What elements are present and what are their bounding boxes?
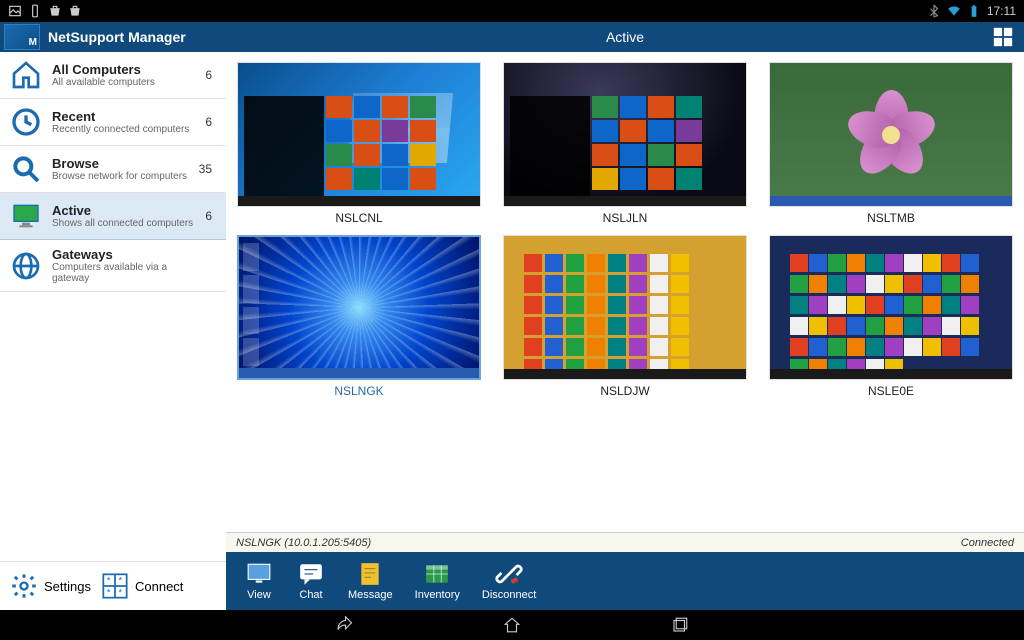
action-toolbar: View Chat Message Inventory Disconnect bbox=[226, 552, 1024, 610]
monitor-icon bbox=[10, 200, 42, 232]
store-icon bbox=[48, 4, 62, 18]
sidebar-item-desc: Browse network for computers bbox=[52, 171, 189, 182]
sidebar-item-label: All Computers bbox=[52, 62, 195, 77]
computer-name: NSLJLN bbox=[603, 211, 648, 225]
computer-name: NSLE0E bbox=[868, 384, 914, 398]
sidebar-item-active[interactable]: Active Shows all connected computers 6 bbox=[0, 193, 226, 240]
sidebar-item-recent[interactable]: Recent Recently connected computers 6 bbox=[0, 99, 226, 146]
device-icon bbox=[28, 4, 42, 18]
search-icon bbox=[10, 153, 42, 185]
computer-name: NSLCNL bbox=[335, 211, 382, 225]
sidebar-item-all-computers[interactable]: All Computers All available computers 6 bbox=[0, 52, 226, 99]
app-header: M NetSupport Manager bbox=[0, 22, 226, 52]
sidebar-item-browse[interactable]: Browse Browse network for computers 35 bbox=[0, 146, 226, 193]
globe-icon bbox=[10, 250, 42, 282]
chat-button[interactable]: Chat bbox=[296, 561, 326, 601]
sidebar-item-count: 6 bbox=[205, 115, 212, 129]
screen-preview bbox=[503, 62, 747, 207]
home-icon bbox=[10, 59, 42, 91]
computer-name: NSLTMB bbox=[867, 211, 915, 225]
screen-preview bbox=[503, 235, 747, 380]
sidebar-item-label: Gateways bbox=[52, 247, 202, 262]
home-button[interactable] bbox=[498, 615, 526, 635]
settings-label: Settings bbox=[44, 579, 91, 594]
screen-preview bbox=[769, 235, 1013, 380]
screen-preview bbox=[237, 235, 481, 380]
sidebar-item-desc: All available computers bbox=[52, 77, 195, 88]
sidebar-item-count: 35 bbox=[199, 162, 212, 176]
sidebar-item-desc: Shows all connected computers bbox=[52, 218, 195, 229]
view-button[interactable]: View bbox=[244, 561, 274, 601]
status-selected-name: NSLNGK (10.0.1.205:5405) bbox=[236, 537, 371, 549]
sidebar-item-count: 6 bbox=[205, 209, 212, 223]
android-nav-bar bbox=[0, 610, 1024, 640]
settings-button[interactable]: Settings bbox=[10, 572, 91, 600]
connect-icon: **** bbox=[101, 572, 129, 600]
bluetooth-icon bbox=[927, 4, 941, 18]
computer-thumbnail[interactable]: NSLNGK bbox=[236, 235, 482, 398]
recents-button[interactable] bbox=[666, 615, 694, 635]
svg-text:*: * bbox=[107, 576, 111, 586]
connect-label: Connect bbox=[135, 579, 183, 594]
grid-view-icon[interactable] bbox=[992, 26, 1014, 48]
screen-preview bbox=[769, 62, 1013, 207]
svg-text:*: * bbox=[118, 587, 122, 597]
note-icon bbox=[355, 561, 385, 587]
chat-icon bbox=[296, 561, 326, 587]
clock-icon bbox=[10, 106, 42, 138]
sidebar-item-count: 6 bbox=[205, 68, 212, 82]
inventory-button[interactable]: Inventory bbox=[415, 561, 460, 601]
sidebar-item-desc: Recently connected computers bbox=[52, 124, 195, 135]
computer-thumbnail[interactable]: NSLDJW bbox=[502, 235, 748, 398]
connect-button[interactable]: **** Connect bbox=[101, 572, 183, 600]
gear-icon bbox=[10, 572, 38, 600]
sidebar-item-label: Active bbox=[52, 203, 195, 218]
computer-name: NSLDJW bbox=[600, 384, 649, 398]
svg-text:*: * bbox=[118, 576, 122, 586]
screen-preview bbox=[237, 62, 481, 207]
sidebar-item-label: Recent bbox=[52, 109, 195, 124]
connection-status-bar: NSLNGK (10.0.1.205:5405) Connected bbox=[226, 532, 1024, 552]
computer-thumbnail[interactable]: NSLCNL bbox=[236, 62, 482, 225]
content-area: Active NSLCNLNSLJLNNSLTMBNSLNGKNSLDJWNSL… bbox=[226, 22, 1024, 610]
computer-thumbnail[interactable]: NSLTMB bbox=[768, 62, 1014, 225]
monitor-icon bbox=[244, 561, 274, 587]
app-logo-icon: M bbox=[4, 24, 40, 50]
page-title: Active bbox=[606, 29, 644, 45]
sidebar-item-label: Browse bbox=[52, 156, 189, 171]
sidebar-item-desc: Computers available via a gateway bbox=[52, 262, 202, 284]
android-status-bar: 17:11 bbox=[0, 0, 1024, 22]
app-title: NetSupport Manager bbox=[48, 29, 186, 45]
sidebar-item-gateways[interactable]: Gateways Computers available via a gatew… bbox=[0, 240, 226, 292]
picture-icon bbox=[8, 4, 22, 18]
battery-icon bbox=[967, 4, 981, 18]
message-button[interactable]: Message bbox=[348, 561, 393, 601]
wifi-icon bbox=[947, 4, 961, 18]
computer-thumbnail[interactable]: NSLE0E bbox=[768, 235, 1014, 398]
svg-text:*: * bbox=[107, 587, 111, 597]
disconnect-button[interactable]: Disconnect bbox=[482, 561, 536, 601]
unlink-icon bbox=[494, 561, 524, 587]
table-icon bbox=[422, 561, 452, 587]
store-icon-2 bbox=[68, 4, 82, 18]
status-state: Connected bbox=[961, 537, 1014, 549]
computer-name: NSLNGK bbox=[334, 384, 383, 398]
thumbnail-grid: NSLCNL NSLJLN NSLTMB NSLNGK NSLDJW NSLE0E bbox=[226, 52, 1024, 532]
content-header: Active bbox=[226, 22, 1024, 52]
clock: 17:11 bbox=[987, 4, 1016, 18]
sidebar: M NetSupport Manager All Computers All a… bbox=[0, 22, 226, 610]
computer-thumbnail[interactable]: NSLJLN bbox=[502, 62, 748, 225]
back-button[interactable] bbox=[330, 615, 358, 635]
